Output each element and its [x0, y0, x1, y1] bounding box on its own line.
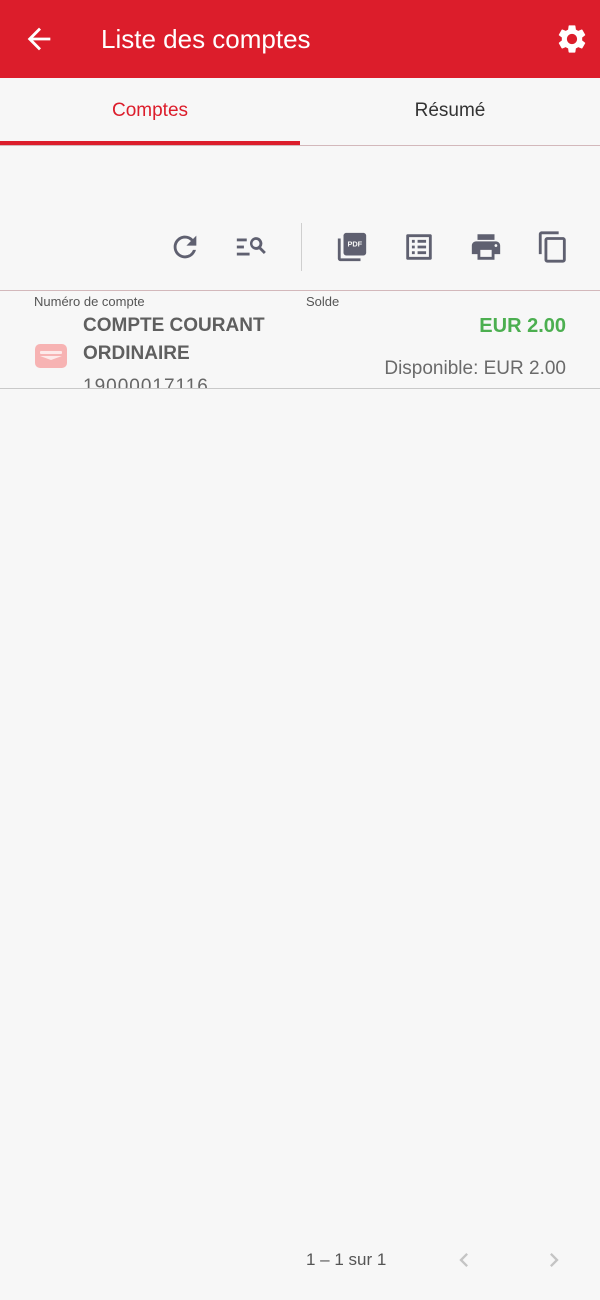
pdf-icon[interactable]: PDF	[335, 230, 369, 264]
tab-indicator	[0, 141, 300, 145]
tab-bar: Comptes Résumé	[0, 78, 600, 146]
account-number: 19000017116	[83, 376, 209, 388]
table-row[interactable]: COMPTE COURANT ORDINAIRE 19000017116 EUR…	[0, 310, 600, 388]
account-name: COMPTE COURANT ORDINAIRE	[83, 315, 265, 364]
gear-icon[interactable]	[555, 22, 589, 56]
arrow-left-icon[interactable]	[22, 22, 56, 56]
refresh-icon[interactable]	[168, 230, 202, 264]
app-bar: Liste des comptes	[0, 0, 600, 78]
tab-resume[interactable]: Résumé	[300, 78, 600, 145]
toolbar-divider	[301, 223, 302, 271]
pagination-range: 1 – 1 sur 1	[306, 1250, 387, 1269]
copy-icon[interactable]	[536, 230, 570, 264]
list-detail-icon[interactable]	[402, 230, 436, 264]
tab-comptes[interactable]: Comptes	[0, 78, 300, 145]
print-icon[interactable]	[469, 230, 503, 264]
column-header-balance: Solde	[306, 294, 340, 309]
table-top-border	[0, 290, 600, 291]
filter-search-icon[interactable]	[234, 230, 268, 264]
card-icon	[35, 344, 67, 368]
page-title: Liste des comptes	[101, 24, 311, 54]
svg-text:PDF: PDF	[347, 239, 362, 248]
chevron-right-icon[interactable]	[540, 1246, 568, 1274]
chevron-left-icon[interactable]	[450, 1246, 478, 1274]
available-balance: Disponible: EUR 2.00	[384, 358, 566, 379]
table-bottom-border	[0, 388, 600, 389]
column-header-account-number: Numéro de compte	[34, 294, 145, 309]
account-balance: EUR 2.00	[479, 315, 566, 337]
